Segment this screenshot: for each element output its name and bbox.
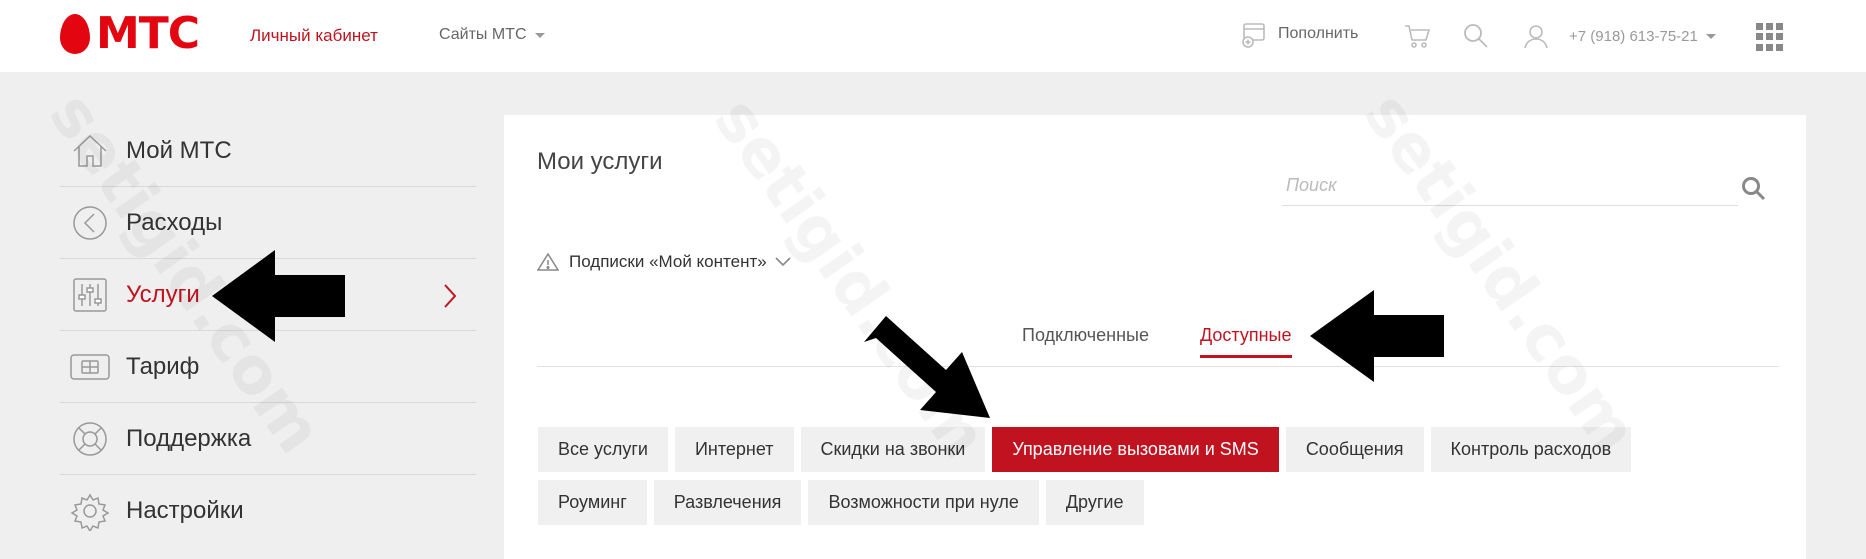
search-icon[interactable]: [1740, 175, 1768, 203]
top-header: МТС Личный кабинет Сайты МТС Пополнить +…: [0, 0, 1866, 72]
phone-number-dropdown[interactable]: +7 (918) 613-75-21: [1569, 28, 1716, 45]
mts-egg-icon: [60, 14, 90, 54]
filter-other[interactable]: Другие: [1045, 480, 1144, 525]
services-card: Мои услуги Подписки «Мой контент» Подклю…: [504, 115, 1806, 559]
caret-down-icon: [534, 32, 545, 38]
mts-sites-label: Сайты МТС: [439, 26, 527, 43]
home-icon: [68, 129, 112, 173]
search-icon[interactable]: [1462, 22, 1490, 50]
filter-expense-control[interactable]: Контроль расходов: [1430, 427, 1632, 472]
filter-internet[interactable]: Интернет: [674, 427, 794, 472]
filter-messages[interactable]: Сообщения: [1285, 427, 1424, 472]
subscriptions-dropdown[interactable]: Подписки «Мой контент»: [537, 252, 791, 272]
sidebar-item-label: Услуги: [126, 280, 200, 308]
cart-icon[interactable]: [1403, 22, 1431, 50]
filter-all-services[interactable]: Все услуги: [538, 427, 668, 472]
filter-roaming[interactable]: Роуминг: [538, 480, 647, 525]
search-field: [1282, 165, 1738, 206]
services-tabs: Подключенные Доступные: [537, 315, 1779, 367]
filter-row: Все услуги Интернет Скидки на звонки Упр…: [538, 427, 1788, 472]
gear-icon: [68, 489, 112, 533]
sidebar-item-support[interactable]: Поддержка: [60, 403, 476, 475]
sidebar-item-my-mts[interactable]: Мой МТС: [60, 115, 476, 187]
sidebar-item-settings[interactable]: Настройки: [60, 475, 476, 547]
warning-icon: [537, 252, 559, 271]
wallet-icon: [1242, 23, 1265, 48]
sliders-icon: [68, 273, 112, 317]
sidebar-item-services[interactable]: Услуги: [60, 259, 476, 331]
filter-zero-balance[interactable]: Возможности при нуле: [808, 480, 1039, 525]
logo-text: МТС: [96, 8, 200, 59]
sidebar-item-label: Тариф: [126, 352, 200, 380]
sidebar-item-label: Настройки: [126, 497, 244, 524]
personal-cabinet-link[interactable]: Личный кабинет: [250, 26, 378, 46]
filter-call-sms-management[interactable]: Управление вызовами и SMS: [992, 427, 1279, 472]
sidebar-item-label: Расходы: [126, 208, 223, 236]
apps-grid-icon[interactable]: [1756, 23, 1784, 51]
expenses-icon: [68, 201, 112, 245]
topup-button[interactable]: Пополнить: [1240, 20, 1358, 48]
search-input[interactable]: [1282, 165, 1738, 205]
page-title: Мои услуги: [537, 148, 663, 175]
sim-card-icon: [68, 345, 112, 389]
chevron-down-icon: [775, 257, 791, 267]
tab-connected[interactable]: Подключенные: [1022, 325, 1149, 358]
filter-row: Роуминг Развлечения Возможности при нуле…: [538, 480, 1788, 525]
chevron-right-icon: [444, 284, 457, 308]
filter-entertainment[interactable]: Развлечения: [653, 480, 802, 525]
lifebuoy-icon: [68, 417, 112, 461]
service-filter-chips: Все услуги Интернет Скидки на звонки Упр…: [538, 427, 1788, 533]
mts-logo[interactable]: МТС: [60, 8, 200, 59]
sidebar-item-expenses[interactable]: Расходы: [60, 187, 476, 259]
mts-sites-dropdown[interactable]: Сайты МТС: [439, 26, 545, 44]
sidebar-item-tariff[interactable]: Тариф: [60, 331, 476, 403]
phone-number: +7 (918) 613-75-21: [1569, 28, 1698, 45]
subscriptions-label: Подписки «Мой контент»: [569, 252, 767, 271]
topup-label: Пополнить: [1278, 25, 1359, 42]
sidebar-nav: Мой МТС Расходы Услуги Тариф Поддержка Н…: [60, 115, 476, 547]
user-icon[interactable]: [1522, 22, 1550, 50]
sidebar-item-label: Поддержка: [126, 424, 252, 452]
sidebar-item-label: Мой МТС: [126, 136, 232, 164]
tab-available[interactable]: Доступные: [1200, 325, 1292, 358]
caret-down-icon: [1705, 34, 1716, 39]
filter-call-discounts[interactable]: Скидки на звонки: [800, 427, 986, 472]
